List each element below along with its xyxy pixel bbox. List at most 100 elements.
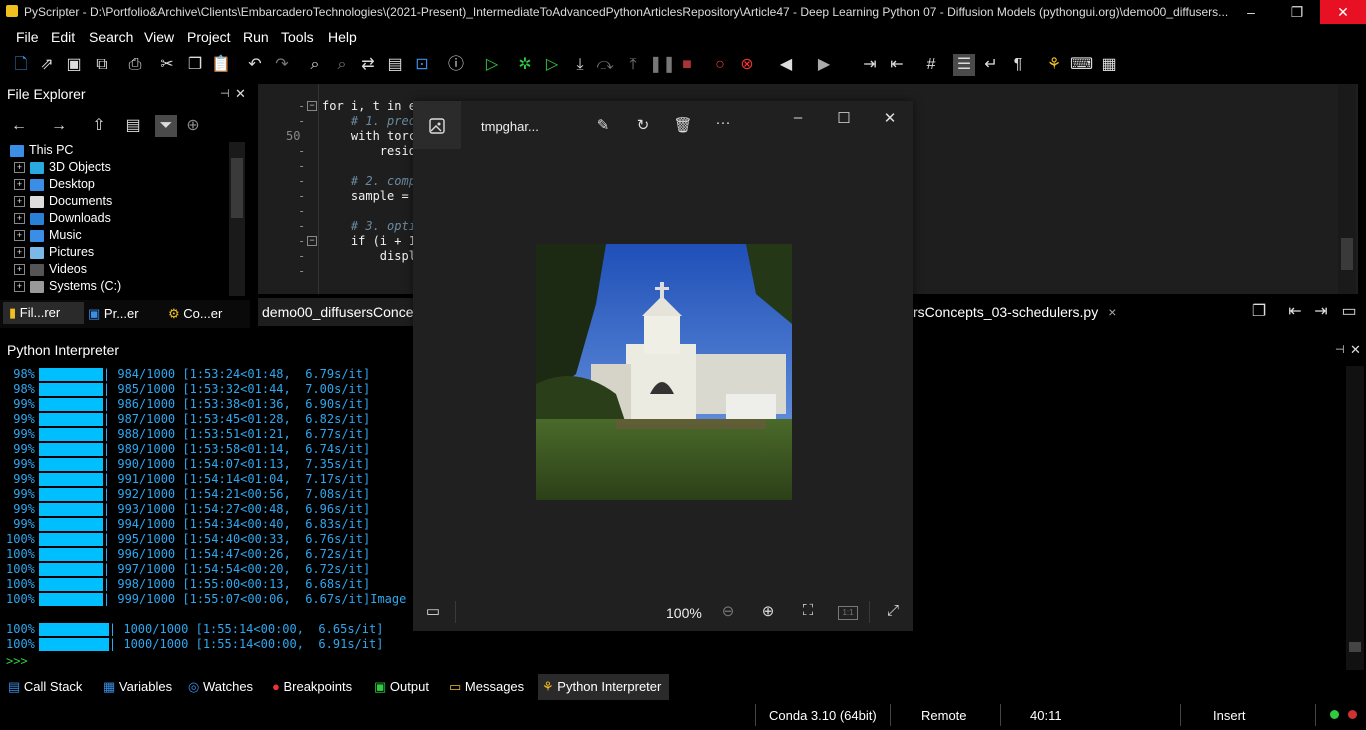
filmstrip-icon[interactable]: ▭ (423, 602, 443, 620)
tab-demo00[interactable]: demo00_diffusersConcept (258, 298, 417, 326)
restore-button[interactable]: ❐ (1274, 0, 1320, 24)
back-icon[interactable]: ← (8, 115, 30, 137)
expand-icon[interactable]: + (14, 281, 25, 293)
run-icon[interactable]: ▷ (481, 54, 503, 76)
comment-icon[interactable]: # (920, 54, 942, 76)
expand-icon[interactable]: + (14, 162, 25, 174)
tree-item-3d-objects[interactable]: +3D Objects (14, 160, 111, 177)
scroll-thumb[interactable] (1349, 642, 1361, 652)
redo-icon[interactable]: ↷ (271, 54, 293, 76)
tree-item-downloads[interactable]: + Downloads (14, 211, 111, 228)
editor-scrollbar[interactable] (1338, 84, 1356, 294)
tab-messages[interactable]: ▭ Messages (449, 679, 524, 695)
actual-size-icon[interactable]: 1:1 (838, 606, 858, 620)
status-interpreter[interactable]: Conda 3.10 (64bit) (769, 708, 877, 723)
tab-schedulers[interactable]: rsConcepts_03-schedulers.py × (913, 298, 1116, 326)
menu-view[interactable]: View (144, 29, 174, 45)
tab-close-icon[interactable]: × (1108, 304, 1116, 320)
zoom-icon[interactable]: ⊡ (411, 54, 433, 76)
console-scrollbar[interactable] (1346, 366, 1364, 670)
rotate-icon[interactable]: ↻ (633, 116, 653, 134)
save-all-icon[interactable]: ⧉ (91, 54, 113, 76)
view-options-icon[interactable]: ▤ (122, 115, 144, 137)
fullscreen-icon[interactable]: ⤢ (883, 602, 903, 619)
wrap-icon[interactable]: ↵ (980, 54, 1002, 76)
edit-image-icon[interactable]: ✎ (593, 116, 613, 134)
more-icon[interactable]: ··· (711, 114, 735, 131)
next-tab-icon[interactable]: ⇥ (1310, 301, 1332, 323)
menu-help[interactable]: Help (328, 29, 357, 45)
expand-icon[interactable]: + (14, 196, 25, 208)
clear-breakpoints-icon[interactable]: ⊗ (736, 54, 758, 76)
close-button[interactable]: ✕ (1320, 0, 1366, 24)
pause-icon[interactable]: ❚❚ (649, 54, 676, 76)
replace-icon[interactable]: ⇄ (357, 54, 379, 76)
tree-item-documents[interactable]: + Documents (14, 194, 112, 211)
delete-icon[interactable]: 🗑 (673, 116, 693, 134)
paste-icon[interactable]: 📋 (210, 54, 232, 76)
find-next-icon[interactable]: ⌕ (331, 54, 353, 76)
step-out-icon[interactable]: ⤒ (622, 54, 644, 76)
menu-tools[interactable]: Tools (281, 29, 314, 45)
viewer-minimize-icon[interactable]: – (788, 109, 808, 126)
tab-call-stack[interactable]: ▤ Call Stack (8, 679, 82, 695)
maximize-editor-icon[interactable]: ▭ (1338, 301, 1360, 323)
expand-icon[interactable]: + (14, 179, 25, 191)
tab-project-explorer[interactable]: ▣ Pr...er (88, 306, 139, 322)
cut-icon[interactable]: ✂ (156, 54, 178, 76)
menu-search[interactable]: Search (89, 29, 133, 45)
up-folder-icon[interactable]: ⇧ (88, 115, 110, 137)
zoom-in-icon[interactable]: ⊕ (758, 602, 778, 620)
fit-to-window-icon[interactable]: ⛶ (798, 602, 818, 619)
fold-icon[interactable]: − (307, 101, 317, 111)
open-icon[interactable]: ⇗ (36, 54, 58, 76)
tab-output[interactable]: ▣ Output (374, 679, 429, 695)
minimize-button[interactable]: – (1228, 0, 1274, 24)
run-to-cursor-icon[interactable]: ▷ (541, 54, 563, 76)
debug-icon[interactable]: ✲ (514, 54, 536, 76)
info-icon[interactable]: ⓘ (445, 54, 467, 76)
layout-icon[interactable]: ▦ (1098, 54, 1120, 76)
viewer-close-icon[interactable]: ✕ (880, 109, 900, 127)
undo-icon[interactable]: ↶ (244, 54, 266, 76)
find-icon[interactable]: ⌕ (304, 54, 326, 76)
window-list-icon[interactable]: ❐ (1248, 301, 1270, 323)
python-icon[interactable]: ⚘ (1043, 54, 1065, 76)
save-icon[interactable]: ▣ (63, 54, 85, 76)
step-over-icon[interactable]: ⤼ (594, 54, 616, 76)
print-icon[interactable]: ⎙ (124, 54, 146, 76)
indent-icon[interactable]: ⇥ (859, 54, 881, 76)
panel-close-icon[interactable]: ✕ (1350, 342, 1361, 358)
forward-icon[interactable]: → (48, 115, 70, 137)
menu-file[interactable]: File (16, 29, 39, 45)
pin-icon[interactable]: ⊣ (220, 87, 230, 100)
scroll-thumb[interactable] (1341, 238, 1353, 270)
tab-variables[interactable]: ▦ Variables (103, 679, 172, 695)
viewer-maximize-icon[interactable]: ☐ (834, 109, 854, 127)
status-mode[interactable]: Remote (921, 708, 967, 723)
expand-icon[interactable]: + (14, 230, 25, 242)
tab-file-explorer[interactable]: ▮ Fil...rer (3, 302, 84, 324)
zoom-out-icon[interactable]: ⊖ (718, 602, 738, 620)
dedent-icon[interactable]: ⇤ (886, 54, 908, 76)
add-folder-icon[interactable]: ⊕ (182, 115, 204, 137)
tree-item-videos[interactable]: + Videos (14, 262, 87, 279)
keyboard-icon[interactable]: ⌨ (1070, 54, 1093, 76)
breakpoint-icon[interactable]: ○ (709, 54, 731, 76)
menu-run[interactable]: Run (243, 29, 269, 45)
expand-icon[interactable]: + (14, 264, 25, 276)
expand-icon[interactable]: + (14, 213, 25, 225)
menu-project[interactable]: Project (187, 29, 231, 45)
tree-item-systems-c[interactable]: + Systems (C:) (14, 279, 121, 296)
back-icon[interactable]: ◀ (775, 54, 797, 76)
tree-item-this-pc[interactable]: This PC (10, 143, 73, 160)
find-in-files-icon[interactable]: ▤ (384, 54, 406, 76)
forward-icon[interactable]: ▶ (813, 54, 835, 76)
prev-tab-icon[interactable]: ⇤ (1284, 301, 1306, 323)
stop-icon[interactable]: ■ (676, 54, 698, 76)
tree-item-pictures[interactable]: + Pictures (14, 245, 94, 262)
tab-breakpoints[interactable]: ● Breakpoints (272, 679, 352, 694)
tree-item-music[interactable]: + Music (14, 228, 82, 245)
pilcrow-icon[interactable]: ¶ (1007, 54, 1029, 76)
pin-icon[interactable]: ⊣ (1335, 343, 1345, 356)
